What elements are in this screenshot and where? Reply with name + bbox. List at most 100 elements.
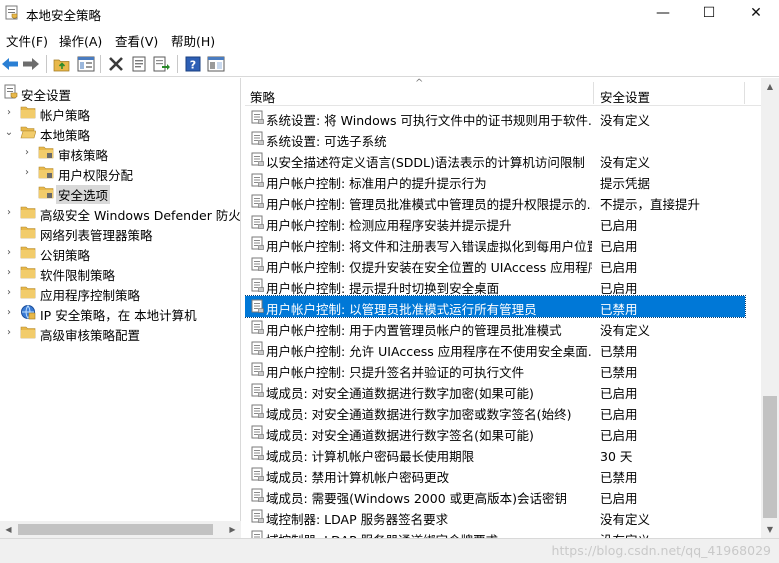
policy-setting-value: 30 天 [600,449,633,464]
policy-name: 域成员: 对安全通道数据进行数字签名(如果可能) [266,428,534,443]
tree-item-windows-defender-firewall[interactable]: › 高级安全 Windows Defender 防火墙 [0,202,240,224]
chevron-right-icon[interactable]: › [22,145,32,159]
chevron-right-icon[interactable]: › [22,165,32,179]
policy-row[interactable]: 域成员: 需要强(Windows 2000 或更高版本)会话密钥 已启用 [245,485,745,506]
chevron-right-icon[interactable]: › [4,245,14,259]
minimize-button[interactable]: — [640,0,686,26]
policy-name: 域成员: 对安全通道数据进行数字加密(如果可能) [266,386,534,401]
close-button[interactable]: ✕ [733,0,779,26]
policy-setting-value: 已禁用 [600,302,638,317]
back-arrow-icon [2,58,18,70]
show-tree-icon [77,56,95,72]
chevron-right-icon[interactable]: › [4,205,14,219]
scroll-right-icon[interactable]: ▶ [224,521,241,538]
chevron-down-icon[interactable]: ⌄ [4,125,14,139]
menu-help[interactable]: 帮助(H) [171,31,215,50]
policy-row[interactable]: 域成员: 计算机帐户密码最长使用期限 30 天 [245,443,745,464]
properties-icon [132,56,146,72]
tree-item-public-key-policies[interactable]: › 公钥策略 [0,242,240,264]
tree-item-local-policies[interactable]: ⌄ 本地策略 [0,122,240,144]
folder-lock-icon [38,166,54,179]
tree-item-audit-policy[interactable]: › 审核策略 [0,142,240,164]
chevron-right-icon[interactable]: › [4,285,14,299]
policy-row[interactable]: 用户帐户控制: 只提升签名并验证的可执行文件 已禁用 [245,359,745,380]
policy-name: 域成员: 禁用计算机帐户密码更改 [266,470,450,485]
policy-item-icon [251,320,264,334]
tree-pane: 安全设置 › 帐户策略 ⌄ 本地策略 › 审核策略 › 用户权限分配 安全选项 … [0,78,241,538]
policy-item-icon [251,131,264,145]
chevron-right-icon[interactable]: › [4,325,14,339]
list-vertical-scrollbar[interactable]: ▲ ▼ [761,78,779,538]
policy-row[interactable]: 域控制器: LDAP 服务器签名要求 没有定义 [245,506,745,527]
policy-row[interactable]: 用户帐户控制: 以管理员批准模式运行所有管理员 已禁用 [245,295,746,318]
policy-row[interactable]: 用户帐户控制: 管理员批准模式中管理员的提升权限提示的... 不提示，直接提升 [245,191,745,212]
toolbar-separator [100,55,101,73]
toolbar: ? [0,51,779,77]
tree-item-security-options[interactable]: 安全选项 [0,182,240,204]
tree-horizontal-scrollbar[interactable]: ◀ ▶ [0,521,241,538]
policy-name: 用户帐户控制: 用于内置管理员帐户的管理员批准模式 [266,323,562,338]
status-bar: https://blog.csdn.net/qq_41968029 [0,538,779,563]
help-button[interactable]: ? [183,54,203,74]
tree-item-application-control[interactable]: › 应用程序控制策略 [0,282,240,304]
properties-button[interactable] [129,54,149,74]
forward-arrow-icon [23,58,39,70]
policy-setting-value: 已禁用 [600,365,638,380]
chevron-right-icon[interactable]: › [4,305,14,319]
tree-item-user-rights-assignment[interactable]: › 用户权限分配 [0,162,240,184]
policy-setting-value: 提示凭据 [600,176,651,191]
scroll-thumb[interactable] [763,396,777,518]
column-divider[interactable] [593,82,594,104]
export-list-button[interactable] [152,54,172,74]
tree-item-software-restriction[interactable]: › 软件限制策略 [0,262,240,284]
column-divider[interactable] [744,82,745,104]
policy-row[interactable]: 用户帐户控制: 将文件和注册表写入错误虚拟化到每用户位置 已启用 [245,233,745,254]
policy-row[interactable]: 用户帐户控制: 提示提升时切换到安全桌面 已启用 [245,275,745,296]
menu-action[interactable]: 操作(A) [59,31,102,50]
tree-item-security-settings[interactable]: 安全设置 [0,82,240,103]
policy-name: 用户帐户控制: 仅提升安装在安全位置的 UIAccess 应用程序 [266,260,592,275]
policy-row[interactable]: 用户帐户控制: 标准用户的提升提示行为 提示凭据 [245,170,745,191]
policy-row[interactable]: 用户帐户控制: 用于内置管理员帐户的管理员批准模式 没有定义 [245,317,745,338]
policy-row[interactable]: 用户帐户控制: 允许 UIAccess 应用程序在不使用安全桌面... 已禁用 [245,338,745,359]
column-header-security-setting[interactable]: 安全设置 [600,87,650,106]
menu-file[interactable]: 文件(F) [6,31,48,50]
forward-button[interactable] [21,54,41,74]
column-header-policy[interactable]: 策略 [250,87,275,106]
policy-name: 用户帐户控制: 提示提升时切换到安全桌面 [266,281,500,296]
console-icon [207,56,225,72]
show-console-button[interactable] [206,54,226,74]
menu-view[interactable]: 查看(V) [115,31,158,50]
tree-item-ip-security-policies[interactable]: › IP 安全策略，在 本地计算机 [0,302,240,323]
sort-ascending-icon: ^ [415,78,424,89]
scroll-left-icon[interactable]: ◀ [0,521,17,538]
policy-item-icon [251,194,264,208]
delete-button[interactable] [106,54,126,74]
svg-text:?: ? [190,59,196,72]
policy-name: 用户帐户控制: 只提升签名并验证的可执行文件 [266,365,525,380]
chevron-right-icon[interactable]: › [4,105,14,119]
back-button[interactable] [0,54,20,74]
scroll-down-icon[interactable]: ▼ [761,521,779,538]
policy-row[interactable]: 域成员: 对安全通道数据进行数字加密(如果可能) 已启用 [245,380,745,401]
chevron-right-icon[interactable]: › [4,265,14,279]
maximize-button[interactable]: ☐ [686,0,732,26]
policy-row[interactable]: 以安全描述符定义语言(SDDL)语法表示的计算机访问限制 没有定义 [245,149,745,170]
close-icon: ✕ [750,5,762,21]
policy-row[interactable]: 系统设置: 可选子系统 [245,128,745,149]
scroll-up-icon[interactable]: ▲ [761,78,779,95]
policy-row[interactable]: 域控制器: LDAP 服务器通道绑定令牌要求没有定义 [245,527,745,538]
policy-row[interactable]: 用户帐户控制: 仅提升安装在安全位置的 UIAccess 应用程序 已启用 [245,254,745,275]
show-hide-tree-button[interactable] [76,54,96,74]
policy-row[interactable]: 系统设置: 将 Windows 可执行文件中的证书规则用于软件... 没有定义 [245,107,745,128]
tree-item-network-list-manager[interactable]: 网络列表管理器策略 [0,222,240,243]
policy-row[interactable]: 用户帐户控制: 检测应用程序安装并提示提升 已启用 [245,212,745,233]
policy-row[interactable]: 域成员: 禁用计算机帐户密码更改 已禁用 [245,464,745,485]
tree-item-advanced-audit-policy[interactable]: › 高级审核策略配置 [0,322,240,344]
scroll-thumb[interactable] [18,524,213,535]
policy-row[interactable]: 域成员: 对安全通道数据进行数字签名(如果可能) 已启用 [245,422,745,443]
policy-setting-value: 没有定义 [600,155,651,170]
up-one-level-button[interactable] [52,54,72,74]
policy-row[interactable]: 域成员: 对安全通道数据进行数字加密或数字签名(始终) 已启用 [245,401,745,422]
tree-item-account-policies[interactable]: › 帐户策略 [0,102,240,124]
